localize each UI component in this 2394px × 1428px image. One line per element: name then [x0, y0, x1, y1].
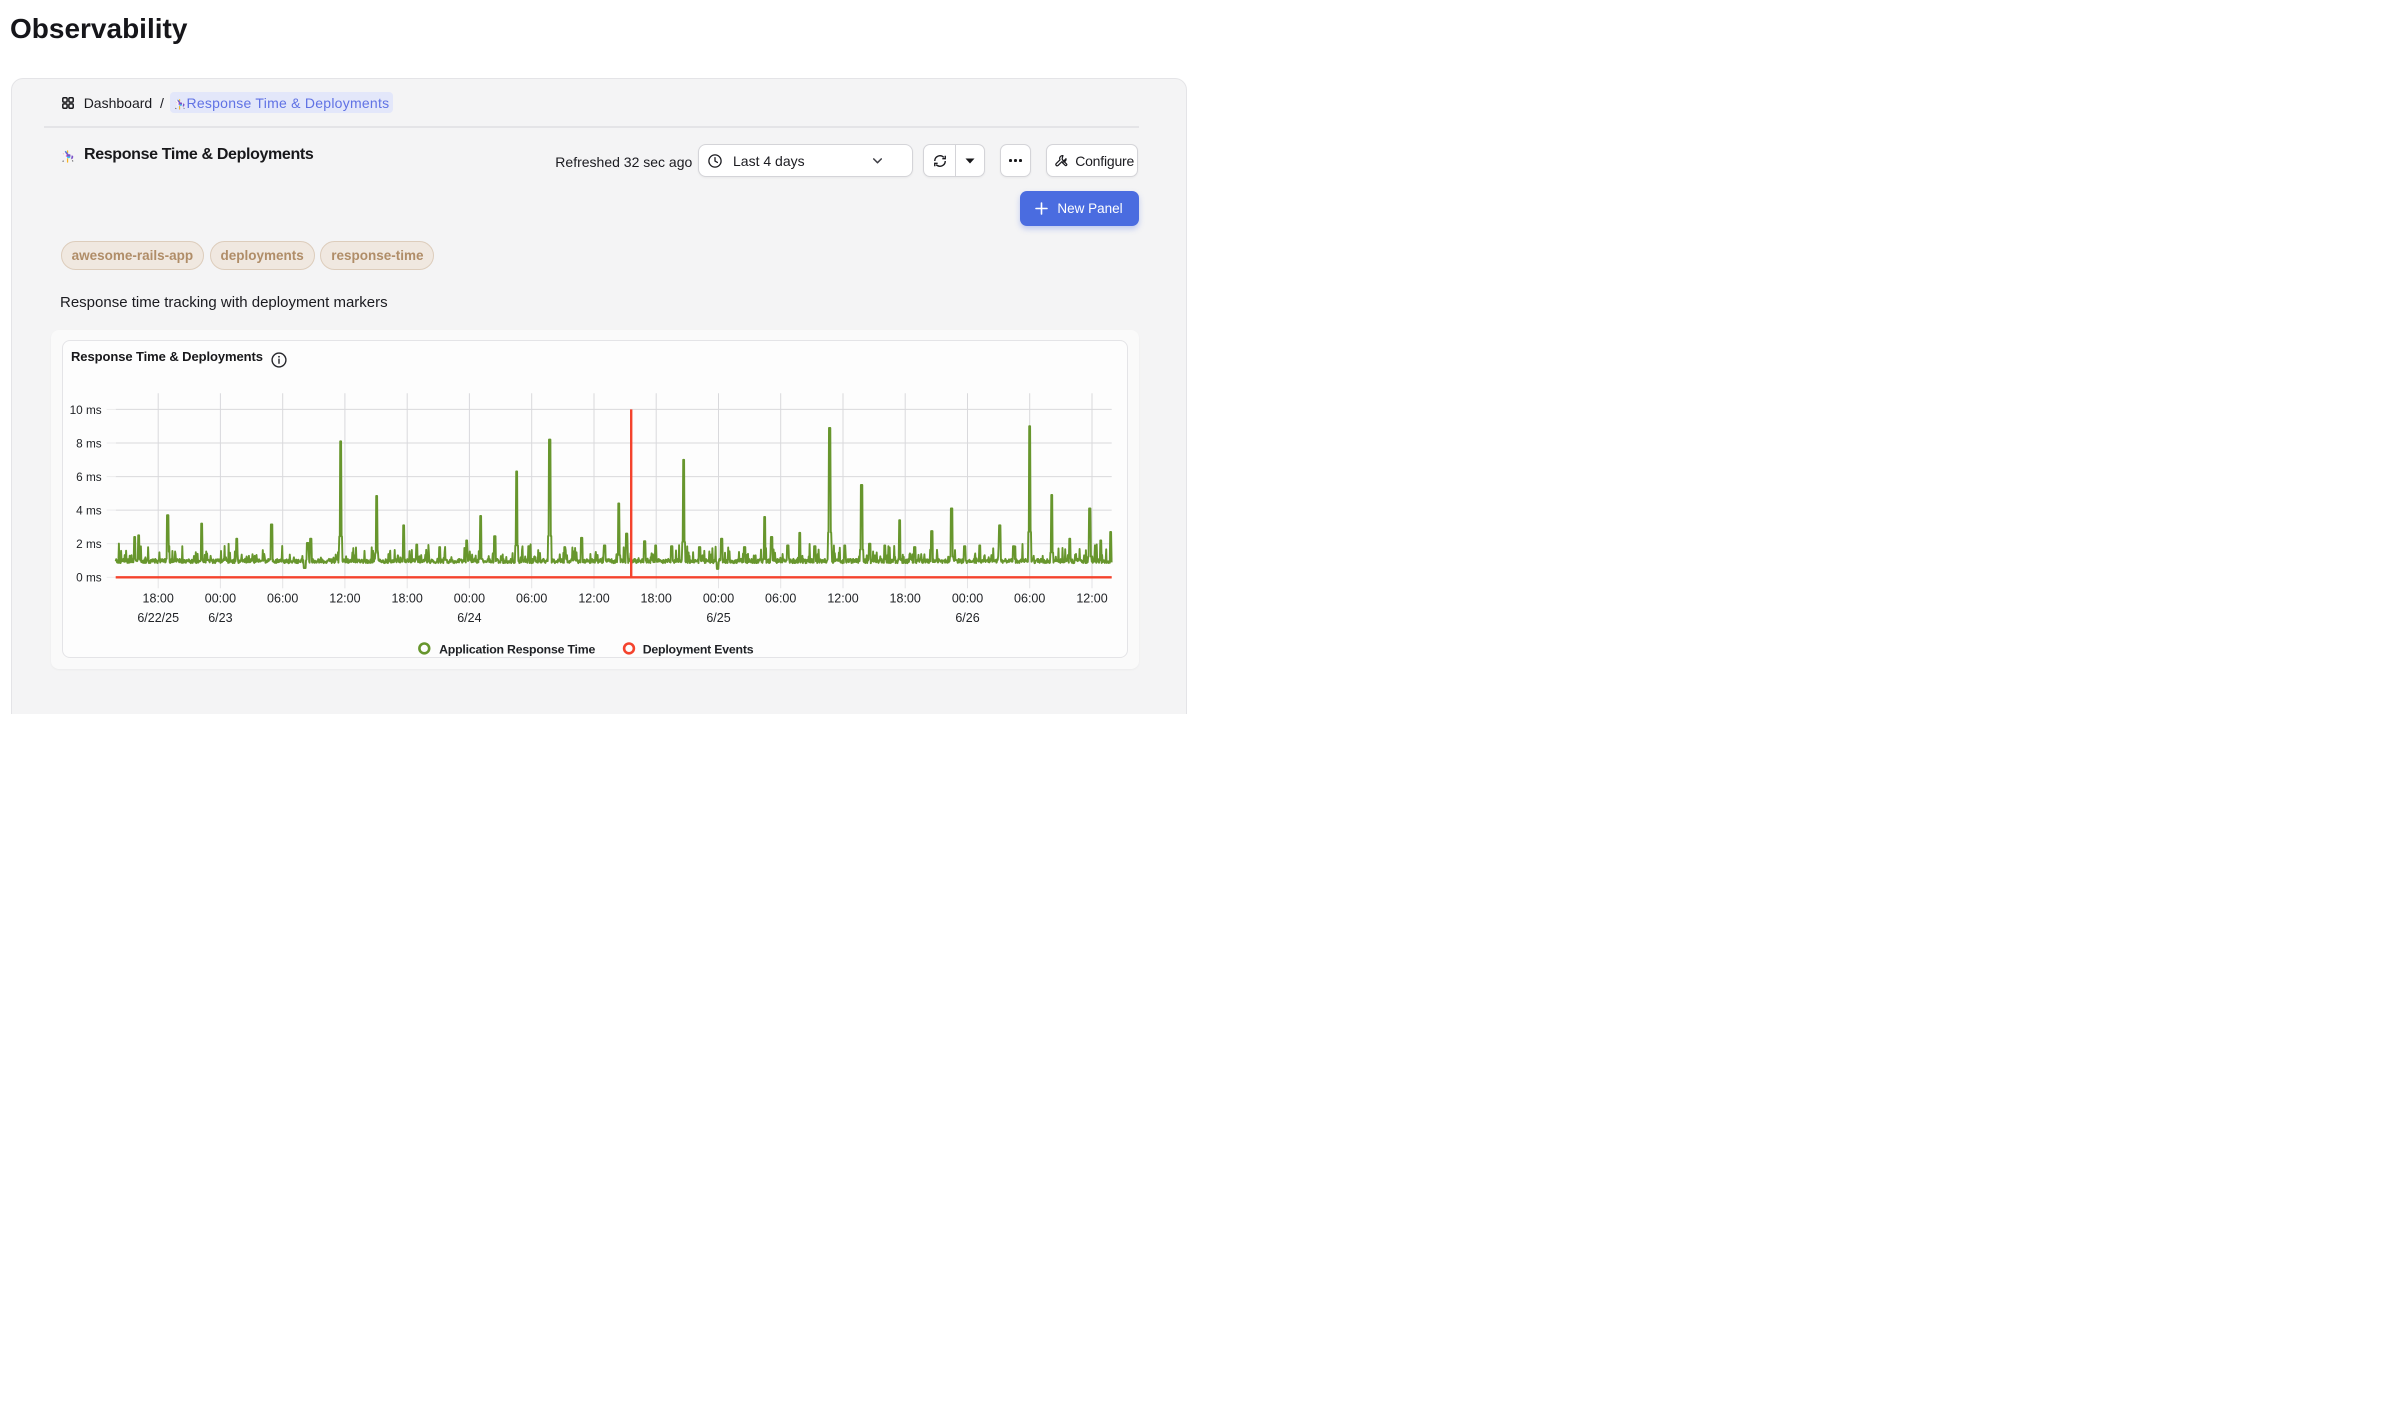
svg-text:Deployment Events: Deployment Events	[643, 642, 754, 656]
svg-text:12:00: 12:00	[579, 591, 610, 605]
svg-text:6/22/25: 6/22/25	[138, 611, 180, 625]
svg-text:06:00: 06:00	[516, 591, 547, 605]
svg-text:18:00: 18:00	[143, 591, 174, 605]
svg-text:12:00: 12:00	[828, 591, 859, 605]
svg-text:18:00: 18:00	[890, 591, 921, 605]
svg-text:00:00: 00:00	[205, 591, 236, 605]
svg-text:2 ms: 2 ms	[76, 537, 102, 551]
svg-text:06:00: 06:00	[1014, 591, 1045, 605]
svg-text:8 ms: 8 ms	[76, 436, 102, 450]
svg-text:Application Response Time: Application Response Time	[439, 642, 595, 656]
svg-text:4 ms: 4 ms	[76, 503, 102, 517]
svg-text:12:00: 12:00	[1077, 591, 1108, 605]
svg-text:18:00: 18:00	[392, 591, 423, 605]
svg-text:00:00: 00:00	[703, 591, 734, 605]
svg-text:06:00: 06:00	[267, 591, 298, 605]
svg-text:6/25: 6/25	[707, 611, 731, 625]
svg-text:18:00: 18:00	[641, 591, 672, 605]
svg-text:12:00: 12:00	[330, 591, 361, 605]
svg-text:6 ms: 6 ms	[76, 470, 102, 484]
svg-text:0 ms: 0 ms	[76, 570, 102, 584]
svg-text:6/26: 6/26	[956, 611, 980, 625]
svg-text:00:00: 00:00	[454, 591, 485, 605]
svg-text:06:00: 06:00	[765, 591, 796, 605]
svg-text:10 ms: 10 ms	[70, 402, 102, 416]
svg-text:6/23: 6/23	[209, 611, 233, 625]
svg-text:6/24: 6/24	[458, 611, 482, 625]
svg-text:00:00: 00:00	[952, 591, 983, 605]
